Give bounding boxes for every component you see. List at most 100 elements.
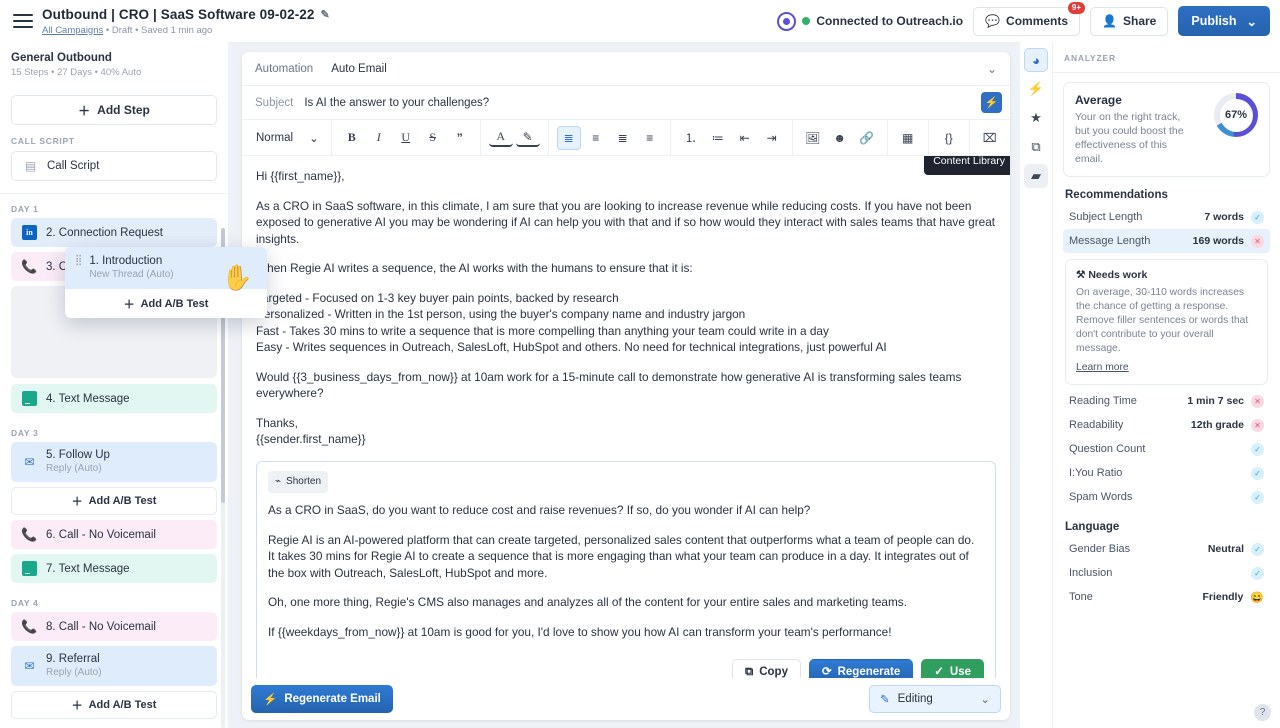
add-ab-test-label: Add A/B Test bbox=[88, 699, 157, 711]
lightning-icon[interactable]: ⚡ bbox=[981, 92, 1002, 113]
metric-row-reading-time[interactable]: Reading Time 1 min 7 sec ✕ bbox=[1063, 389, 1270, 413]
ordered-list-icon[interactable]: ⒈ bbox=[679, 126, 703, 150]
document-icon: ▤ bbox=[24, 159, 37, 173]
suggestion-paragraph: Regie AI is an AI-powered platform that … bbox=[268, 532, 975, 580]
align-left-icon[interactable]: ≣ bbox=[556, 125, 581, 150]
comments-button[interactable]: 💬 Comments 9+ bbox=[973, 1, 1086, 36]
sms-icon bbox=[22, 391, 37, 406]
add-step-button[interactable]: ＋ Add Step bbox=[11, 95, 217, 125]
shorten-chip[interactable]: ⌁ Shorten bbox=[268, 470, 329, 493]
language-row-inclusion[interactable]: Inclusion ✓ bbox=[1063, 561, 1270, 585]
sidebar-step-call-no-voicemail-8[interactable]: 📞 8. Call - No Voicemail bbox=[11, 612, 217, 641]
email-body-editor[interactable]: Content Library Hi {{first_name}}, As a … bbox=[242, 156, 1010, 678]
editing-mode-dropdown[interactable]: ✎ Editing ⌄ bbox=[869, 685, 1001, 713]
sequence-name: General Outbound bbox=[11, 52, 112, 64]
sidebar-step-text-message-7[interactable]: 7. Text Message bbox=[11, 554, 217, 583]
blockquote-icon[interactable]: ” bbox=[448, 126, 472, 150]
metric-row-readability[interactable]: Readability 12th grade ✕ bbox=[1063, 413, 1270, 437]
main-body: General Outbound 15 Steps • 27 Days • 40… bbox=[0, 42, 1280, 728]
metric-row-spam-words[interactable]: Spam Words ✓ bbox=[1063, 485, 1270, 509]
check-icon: ✓ bbox=[1251, 210, 1264, 224]
recommendation-row-subject-length[interactable]: Subject Length 7 words ✓ bbox=[1063, 205, 1270, 229]
hamburger-icon[interactable] bbox=[10, 8, 36, 34]
image-icon[interactable]: 🖼 bbox=[801, 126, 825, 150]
subject-label: Subject bbox=[255, 96, 294, 109]
sidebar-step-connection-request[interactable]: in 2. Connection Request bbox=[11, 218, 217, 247]
folder-icon[interactable]: ▰ bbox=[1024, 164, 1048, 188]
email-paragraph: Hi {{first_name}}, bbox=[256, 169, 345, 183]
dragged-step-card[interactable]: ⣿ 1. Introduction New Thread (Auto) ✋ ＋ … bbox=[65, 247, 267, 318]
regenerate-button[interactable]: ⟳ Regenerate bbox=[808, 659, 914, 678]
style-select[interactable]: Normal ⌄ bbox=[250, 131, 323, 145]
metric-row-question-count[interactable]: Question Count ✓ bbox=[1063, 437, 1270, 461]
publish-button[interactable]: Publish ⌄ bbox=[1178, 6, 1270, 36]
editor-footer: ⚡ Regenerate Email ✎ Editing ⌄ bbox=[242, 678, 1010, 720]
language-row-tone[interactable]: Tone Friendly 😄 bbox=[1063, 585, 1270, 609]
call-script-item[interactable]: ▤ Call Script bbox=[11, 151, 217, 181]
align-center-icon[interactable]: ≡ bbox=[584, 126, 608, 150]
email-editor-pane: Automation Auto Email ⌄ Subject Is AI th… bbox=[228, 42, 1020, 728]
check-icon: ✓ bbox=[1251, 466, 1264, 480]
toolbar-group-clear: ⌧ bbox=[970, 120, 1010, 155]
day-header: DAY 1 bbox=[11, 204, 39, 214]
language-row-gender-bias[interactable]: Gender Bias Neutral ✓ bbox=[1063, 537, 1270, 561]
calendar-icon[interactable]: ▦ bbox=[896, 126, 920, 150]
copy-button[interactable]: ⧉ Copy bbox=[732, 659, 801, 678]
align-right-icon[interactable]: ≣ bbox=[611, 126, 635, 150]
italic-icon[interactable]: I bbox=[367, 126, 391, 150]
code-icon[interactable]: {} bbox=[937, 126, 961, 150]
share-button[interactable]: 👤 Share bbox=[1090, 6, 1169, 36]
clear-format-icon[interactable]: ⌧ bbox=[978, 126, 1002, 150]
help-button[interactable]: ? bbox=[1254, 704, 1271, 721]
bullet-list-icon[interactable]: ≔ bbox=[706, 126, 730, 150]
tool-rail: ◕ ⚡ ★ ⧉ ▰ bbox=[1020, 42, 1052, 728]
star-icon[interactable]: ★ bbox=[1024, 106, 1048, 130]
email-paragraph: Targeted - Focused on 1-3 key buyer pain… bbox=[256, 290, 619, 305]
lightning-icon[interactable]: ⚡ bbox=[1024, 77, 1048, 101]
row-label: Message Length bbox=[1069, 235, 1151, 247]
suggestion-paragraph: As a CRO in SaaS, do you want to reduce … bbox=[268, 503, 811, 517]
add-ab-test-button[interactable]: ＋ Add A/B Test bbox=[11, 691, 217, 719]
chevron-down-icon[interactable]: ⌄ bbox=[987, 62, 997, 76]
row-label: Spam Words bbox=[1069, 491, 1133, 503]
sidebar-step-text-message-4[interactable]: 4. Text Message bbox=[11, 384, 217, 413]
translate-icon[interactable]: ⧉ bbox=[1024, 135, 1048, 159]
sidebar-step-referral[interactable]: ✉ 9. Referral Reply (Auto) bbox=[11, 646, 217, 686]
align-justify-icon[interactable]: ≡ bbox=[638, 126, 662, 150]
add-ab-test-button[interactable]: ＋ Add A/B Test bbox=[65, 289, 267, 318]
check-icon: ✓ bbox=[1251, 490, 1264, 504]
outdent-icon[interactable]: ⇤ bbox=[733, 126, 757, 150]
pencil-icon[interactable]: ✎ bbox=[321, 7, 330, 23]
step-title: 4. Text Message bbox=[46, 392, 130, 405]
phone-icon: 📞 bbox=[21, 526, 38, 542]
tab-auto-email[interactable]: Auto Email bbox=[331, 63, 387, 75]
emoji-icon[interactable]: ☻ bbox=[828, 126, 852, 150]
score-value: 67% bbox=[1224, 109, 1248, 121]
link-icon[interactable]: 🔗 bbox=[855, 126, 879, 150]
use-button[interactable]: ✓ Use bbox=[921, 659, 984, 678]
font-color-icon[interactable]: A bbox=[488, 128, 513, 147]
tab-automation[interactable]: Automation bbox=[255, 63, 313, 75]
breadcrumb-all-campaigns[interactable]: All Campaigns bbox=[42, 25, 103, 36]
highlight-icon[interactable]: ✎ bbox=[515, 128, 540, 147]
sequence-meta: 15 Steps • 27 Days • 40% Auto bbox=[11, 67, 142, 78]
step-title: 5. Follow Up bbox=[46, 449, 110, 461]
metric-row-i-you-ratio[interactable]: I:You Ratio ✓ bbox=[1063, 461, 1270, 485]
add-ab-test-button[interactable]: ＋ Add A/B Test bbox=[11, 487, 217, 515]
drag-handle-icon[interactable]: ⣿ bbox=[75, 255, 82, 266]
chevron-down-icon: ⌄ bbox=[980, 694, 990, 706]
sidebar-step-call-no-voicemail-6[interactable]: 📞 6. Call - No Voicemail bbox=[11, 520, 217, 549]
analyzer-pie-icon[interactable]: ◕ bbox=[1024, 48, 1048, 72]
email-paragraph: {{sender.first_name}} bbox=[256, 432, 366, 446]
learn-more-link[interactable]: Learn more bbox=[1076, 362, 1129, 373]
add-ab-test-label: Add A/B Test bbox=[140, 297, 209, 310]
bold-icon[interactable]: B bbox=[340, 126, 364, 150]
recommendation-row-message-length[interactable]: Message Length 169 words ✕ bbox=[1063, 229, 1270, 253]
sidebar-step-follow-up[interactable]: ✉ 5. Follow Up Reply (Auto) bbox=[11, 442, 217, 482]
check-icon: ✓ bbox=[1251, 566, 1264, 580]
underline-icon[interactable]: U bbox=[394, 126, 418, 150]
subject-input[interactable]: Is AI the answer to your challenges? bbox=[304, 97, 489, 109]
regenerate-email-button[interactable]: ⚡ Regenerate Email bbox=[251, 685, 393, 713]
strikethrough-icon[interactable]: S bbox=[421, 126, 445, 150]
indent-icon[interactable]: ⇥ bbox=[760, 126, 784, 150]
